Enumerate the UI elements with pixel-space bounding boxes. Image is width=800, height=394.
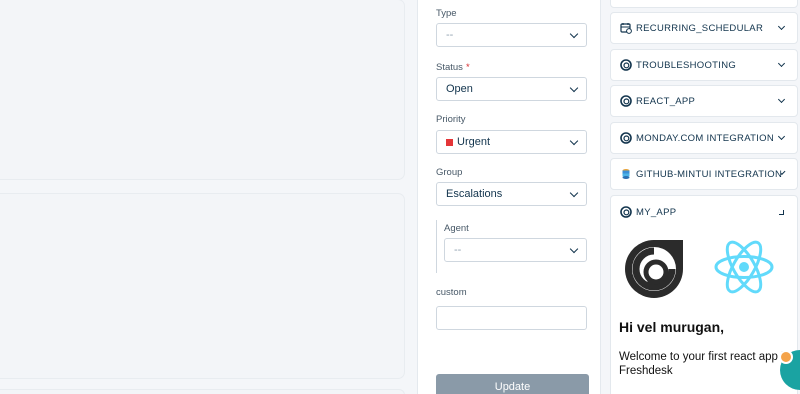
ticket-conversation-card [0,194,404,378]
status-label-text: Status [436,62,463,73]
agent-select[interactable]: -- [444,238,587,262]
status-value: Open [446,83,473,95]
chevron-down-icon [569,244,579,253]
priority-label: Priority [436,114,466,125]
chevron-down-icon [569,29,579,38]
app-item-label: TROUBLESHOOTING [636,59,737,71]
freshdesk-icon [620,206,632,218]
chevron-down-icon [777,132,786,141]
database-icon [620,168,632,180]
welcome-text: Welcome to your first react app in Fresh… [619,351,791,377]
ticket-footer-card [0,390,404,394]
app-item-label: GITHUB-MINTUI INTEGRATION [636,168,783,180]
calendar-sync-icon [620,22,632,34]
app-item-label: MONDAY.COM INTEGRATION [636,132,775,144]
my-app-label: MY_APP [636,206,677,218]
group-value: Escalations [446,188,503,200]
app-item-troubleshooting[interactable]: TROUBLESHOOTING [610,49,798,81]
agent-value: -- [454,244,462,256]
status-label: Status * [436,62,470,73]
required-mark: * [465,62,470,73]
agent-label: Agent [444,223,469,234]
chevron-up-icon [779,209,784,215]
my-app-header[interactable]: MY_APP [611,196,797,228]
freshdesk-icon [620,59,632,71]
chevron-down-icon [777,22,786,31]
agent-group-divider [436,220,437,273]
chevron-down-icon [777,95,786,104]
chevron-down-icon [780,170,786,175]
type-value: -- [446,29,454,41]
group-select[interactable]: Escalations [436,182,587,206]
priority-urgent-icon [446,138,453,146]
notification-dot [779,350,793,364]
greeting-text: Hi vel murugan, [619,319,725,335]
ticket-properties-panel: Type -- Status * Open Priority Urgent Gro… [417,0,601,394]
app-root: Type -- Status * Open Priority Urgent Gro… [0,0,800,394]
priority-select[interactable]: Urgent [436,130,587,154]
freshdesk-icon [620,95,632,107]
freshdesk-icon [620,132,632,144]
custom-label: custom [436,287,467,298]
app-item-label: REACT_APP [636,95,696,107]
type-select[interactable]: -- [436,23,587,47]
app-item-label: RECURRING_SCHEDULAR [636,22,764,34]
group-label: Group [436,167,463,178]
app-item-react-app[interactable]: REACT_APP [610,85,798,117]
update-button[interactable]: Update [436,374,589,394]
chevron-down-icon [569,136,579,145]
chevron-down-icon [777,59,786,68]
app-item-my-app: MY_APP Hi vel murugan, Welcome to your f… [610,195,798,394]
chevron-down-icon [569,188,579,197]
ticket-content-card [0,0,404,179]
app-item-recurring-schedular[interactable]: RECURRING_SCHEDULAR [610,12,798,44]
custom-input[interactable] [436,306,587,330]
app-item-previous[interactable] [610,0,798,8]
chevron-down-icon [569,83,579,92]
apps-sidebar: RECURRING_SCHEDULAR TROUBLESHOOTING REAC… [602,0,800,394]
app-item-github-mintui-integration[interactable]: GITHUB-MINTUI INTEGRATION [610,158,798,190]
freshdesk-logo-icon [625,240,683,298]
react-logo-icon [714,240,774,294]
app-item-monday-integration[interactable]: MONDAY.COM INTEGRATION [610,122,798,154]
priority-value: Urgent [457,136,491,148]
status-select[interactable]: Open [436,77,587,101]
type-label: Type [436,8,457,19]
